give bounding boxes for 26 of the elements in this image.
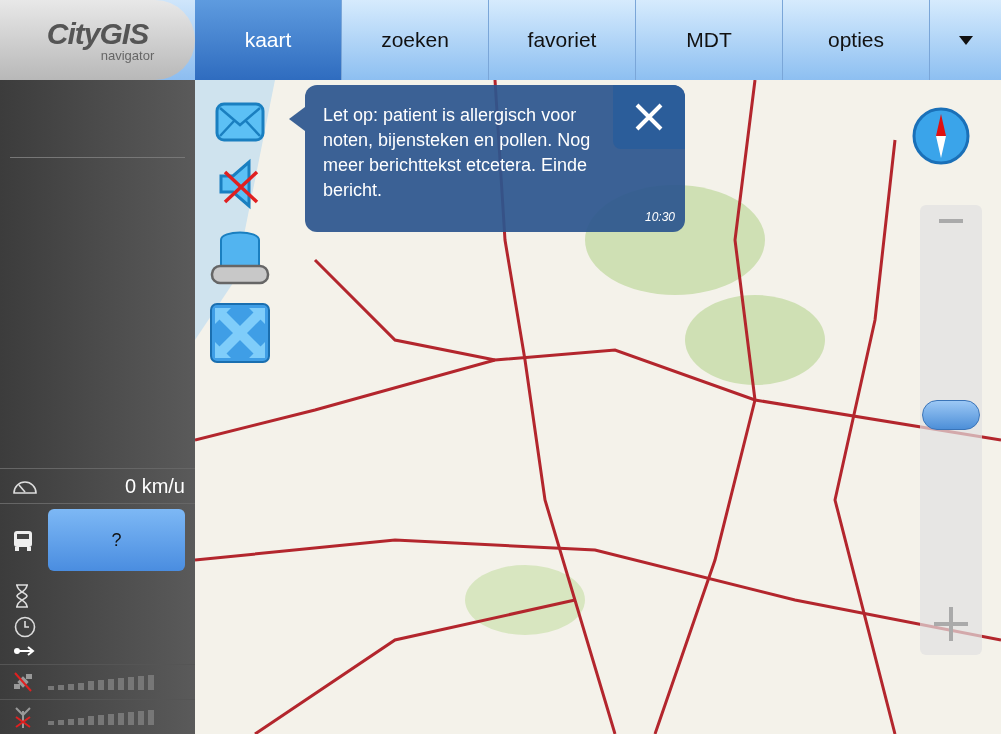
speedometer-icon [12,478,38,494]
clock-icon [14,616,36,638]
truck-icon [12,528,34,552]
logo-subtitle: navigator [100,48,155,63]
envelope-icon[interactable] [215,102,265,142]
arrow-right-icon [14,646,36,656]
close-button[interactable] [613,85,685,149]
hourglass-icon [14,584,30,608]
fullscreen-icon[interactable] [209,302,271,364]
close-icon [634,102,664,132]
zoom-slider[interactable] [920,205,982,655]
speed-reading: 0 km/u [124,474,185,498]
message-text: Let op: patient is allergisch voor noten, bijensteken en pollen. Nog meer berichttekst etcetera. Einde bericht. [323,104,592,202]
nav-tab[interactable]: kaart [195,0,342,80]
nav-tab[interactable]: MDT [636,0,783,80]
vehicle-status-button[interactable]: ? [48,509,185,571]
nav-tab[interactable]: opties [783,0,930,80]
nav-tab[interactable]: favoriet [489,0,636,80]
logo-title: CityGIS [46,17,149,51]
nav-tab[interactable]: zoeken [342,0,489,80]
zoom-thumb[interactable] [922,400,980,430]
message-time: 10:30 [644,210,675,224]
compass-icon[interactable] [912,107,970,165]
caret-icon [958,35,973,45]
satellite-off-icon [12,670,34,694]
antenna-off-icon [12,705,34,729]
